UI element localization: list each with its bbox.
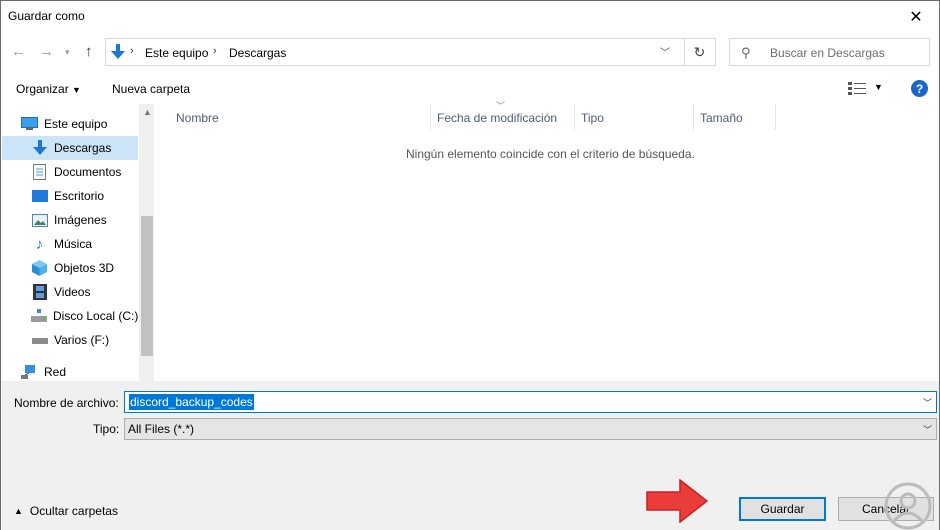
- save-button[interactable]: Guardar: [739, 497, 826, 521]
- navigation-pane: Este equipo Descargas Documentos Escrito…: [2, 104, 154, 381]
- sidebar-item-red[interactable]: Red: [2, 360, 138, 381]
- filename-label: Nombre de archivo:: [14, 396, 119, 410]
- sidebar-item-label: Imágenes: [54, 213, 107, 227]
- monitor-icon: [21, 116, 38, 132]
- cube-icon: [31, 260, 48, 276]
- dialog-footer: ▲ Ocultar carpetas Guardar Cancelar: [1, 441, 939, 530]
- music-note-icon: ♪: [35, 235, 44, 253]
- hide-folders-toggle[interactable]: ▲ Ocultar carpetas: [14, 504, 118, 518]
- view-dropdown-chevron-icon[interactable]: ▼: [874, 82, 883, 92]
- search-input[interactable]: ⚲ Buscar en Descargas: [729, 38, 930, 66]
- search-icon: ⚲: [741, 45, 751, 60]
- refresh-icon: ↻: [693, 43, 706, 60]
- command-bar: Organizar ▼ Nueva carpeta ▼ ?: [1, 74, 939, 104]
- save-form: Nombre de archivo: discord_backup_codes …: [1, 381, 939, 441]
- close-icon: ✕: [909, 8, 923, 26]
- watermark-logo-icon: [884, 482, 932, 530]
- view-options-icon[interactable]: [848, 82, 866, 95]
- pictures-icon: [31, 212, 48, 228]
- save-as-dialog: Guardar como ✕ ← → ▾ ↑ › Este equipo › D…: [0, 0, 940, 530]
- up-arrow-icon[interactable]: ↑: [85, 43, 93, 60]
- recent-locations-chevron-icon[interactable]: ▾: [65, 47, 70, 58]
- title-bar: Guardar como ✕: [1, 1, 939, 32]
- empty-list-message: Ningún elemento coincide con el criterio…: [406, 147, 695, 161]
- pointer-arrow-icon: [646, 479, 708, 523]
- sidebar-item-escritorio[interactable]: Escritorio: [2, 184, 138, 208]
- breadcrumb-descargas[interactable]: Descargas: [229, 46, 286, 60]
- breadcrumb-este-equipo[interactable]: Este equipo: [145, 46, 208, 60]
- desktop-icon: [31, 188, 48, 204]
- document-icon: [31, 164, 48, 180]
- sidebar-item-disco-local[interactable]: Disco Local (C:): [2, 304, 138, 328]
- address-dropdown-chevron-icon[interactable]: ﹀: [660, 44, 670, 59]
- filetype-value: All Files (*.*): [128, 422, 195, 436]
- network-icon: [21, 364, 38, 380]
- sidebar-item-label: Objetos 3D: [54, 261, 115, 275]
- hide-folders-label: Ocultar carpetas: [29, 504, 118, 518]
- sidebar-item-label: Videos: [54, 285, 91, 299]
- sidebar-item-label: Escritorio: [54, 189, 105, 203]
- breadcrumb-separator-icon: ›: [130, 45, 134, 57]
- back-arrow-icon[interactable]: ←: [11, 43, 26, 60]
- column-header-nombre[interactable]: Nombre: [158, 104, 431, 130]
- column-header-tamano[interactable]: Tamaño: [694, 104, 776, 130]
- navigation-scrollbar[interactable]: ▲: [139, 104, 154, 381]
- filetype-dropdown-chevron-icon: ﹀: [922, 425, 932, 435]
- film-icon: [31, 284, 48, 300]
- file-list: Nombre ﹀ Fecha de modificación Tipo Tama…: [158, 101, 939, 381]
- filename-input[interactable]: discord_backup_codes ﹀: [124, 391, 937, 413]
- column-header-tipo[interactable]: Tipo: [575, 104, 694, 130]
- help-button[interactable]: ?: [911, 80, 928, 97]
- filetype-label: Tipo:: [93, 422, 120, 436]
- sidebar-item-label: Descargas: [54, 141, 112, 155]
- sidebar-item-imagenes[interactable]: Imágenes: [2, 208, 138, 232]
- sidebar-item-varios[interactable]: Varios (F:): [2, 328, 138, 352]
- organize-button[interactable]: Organizar ▼: [16, 82, 81, 96]
- scrollbar-thumb[interactable]: [141, 216, 153, 356]
- refresh-button[interactable]: ↻: [684, 38, 716, 66]
- chevron-up-icon: ▲: [14, 506, 23, 516]
- sidebar-item-musica[interactable]: ♪ Música: [2, 232, 138, 256]
- new-folder-button[interactable]: Nueva carpeta: [112, 82, 190, 96]
- chevron-down-icon: ▼: [72, 85, 81, 95]
- help-icon: ?: [915, 81, 924, 96]
- sidebar-item-objetos-3d[interactable]: Objetos 3D: [2, 256, 138, 280]
- sidebar-item-label: Documentos: [54, 165, 122, 179]
- drive-icon: [31, 308, 47, 324]
- organize-label: Organizar: [16, 82, 69, 96]
- forward-arrow-icon[interactable]: →: [39, 43, 54, 60]
- sidebar-item-label: Música: [54, 237, 93, 251]
- filetype-select[interactable]: All Files (*.*) ﹀: [124, 418, 937, 440]
- scroll-up-icon[interactable]: ▲: [143, 107, 152, 117]
- address-bar[interactable]: › Este equipo › Descargas: [105, 38, 685, 66]
- filename-dropdown-chevron-icon[interactable]: ﹀: [923, 396, 932, 409]
- sidebar-item-label: Disco Local (C:): [53, 309, 139, 323]
- sidebar-item-videos[interactable]: Videos: [2, 280, 138, 304]
- filename-value: discord_backup_codes: [129, 394, 254, 410]
- sidebar-item-descargas[interactable]: Descargas: [2, 136, 138, 160]
- window-title: Guardar como: [8, 9, 85, 23]
- download-arrow-icon: [31, 140, 48, 156]
- sidebar-item-este-equipo[interactable]: Este equipo: [2, 112, 138, 136]
- column-header-fecha[interactable]: Fecha de modificación: [431, 104, 575, 130]
- close-button[interactable]: ✕: [893, 1, 939, 32]
- drive-icon: [31, 332, 48, 348]
- navigation-row: ← → ▾ ↑ › Este equipo › Descargas ﹀ ↻ ⚲ …: [1, 37, 939, 67]
- sidebar-item-label: Red: [44, 365, 67, 379]
- search-placeholder: Buscar en Descargas: [770, 46, 885, 60]
- sidebar-item-label: Este equipo: [44, 117, 108, 131]
- breadcrumb-separator-icon: ›: [213, 45, 217, 57]
- sidebar-item-documentos[interactable]: Documentos: [2, 160, 138, 184]
- download-arrow-icon: [111, 44, 125, 59]
- sidebar-item-label: Varios (F:): [54, 333, 110, 347]
